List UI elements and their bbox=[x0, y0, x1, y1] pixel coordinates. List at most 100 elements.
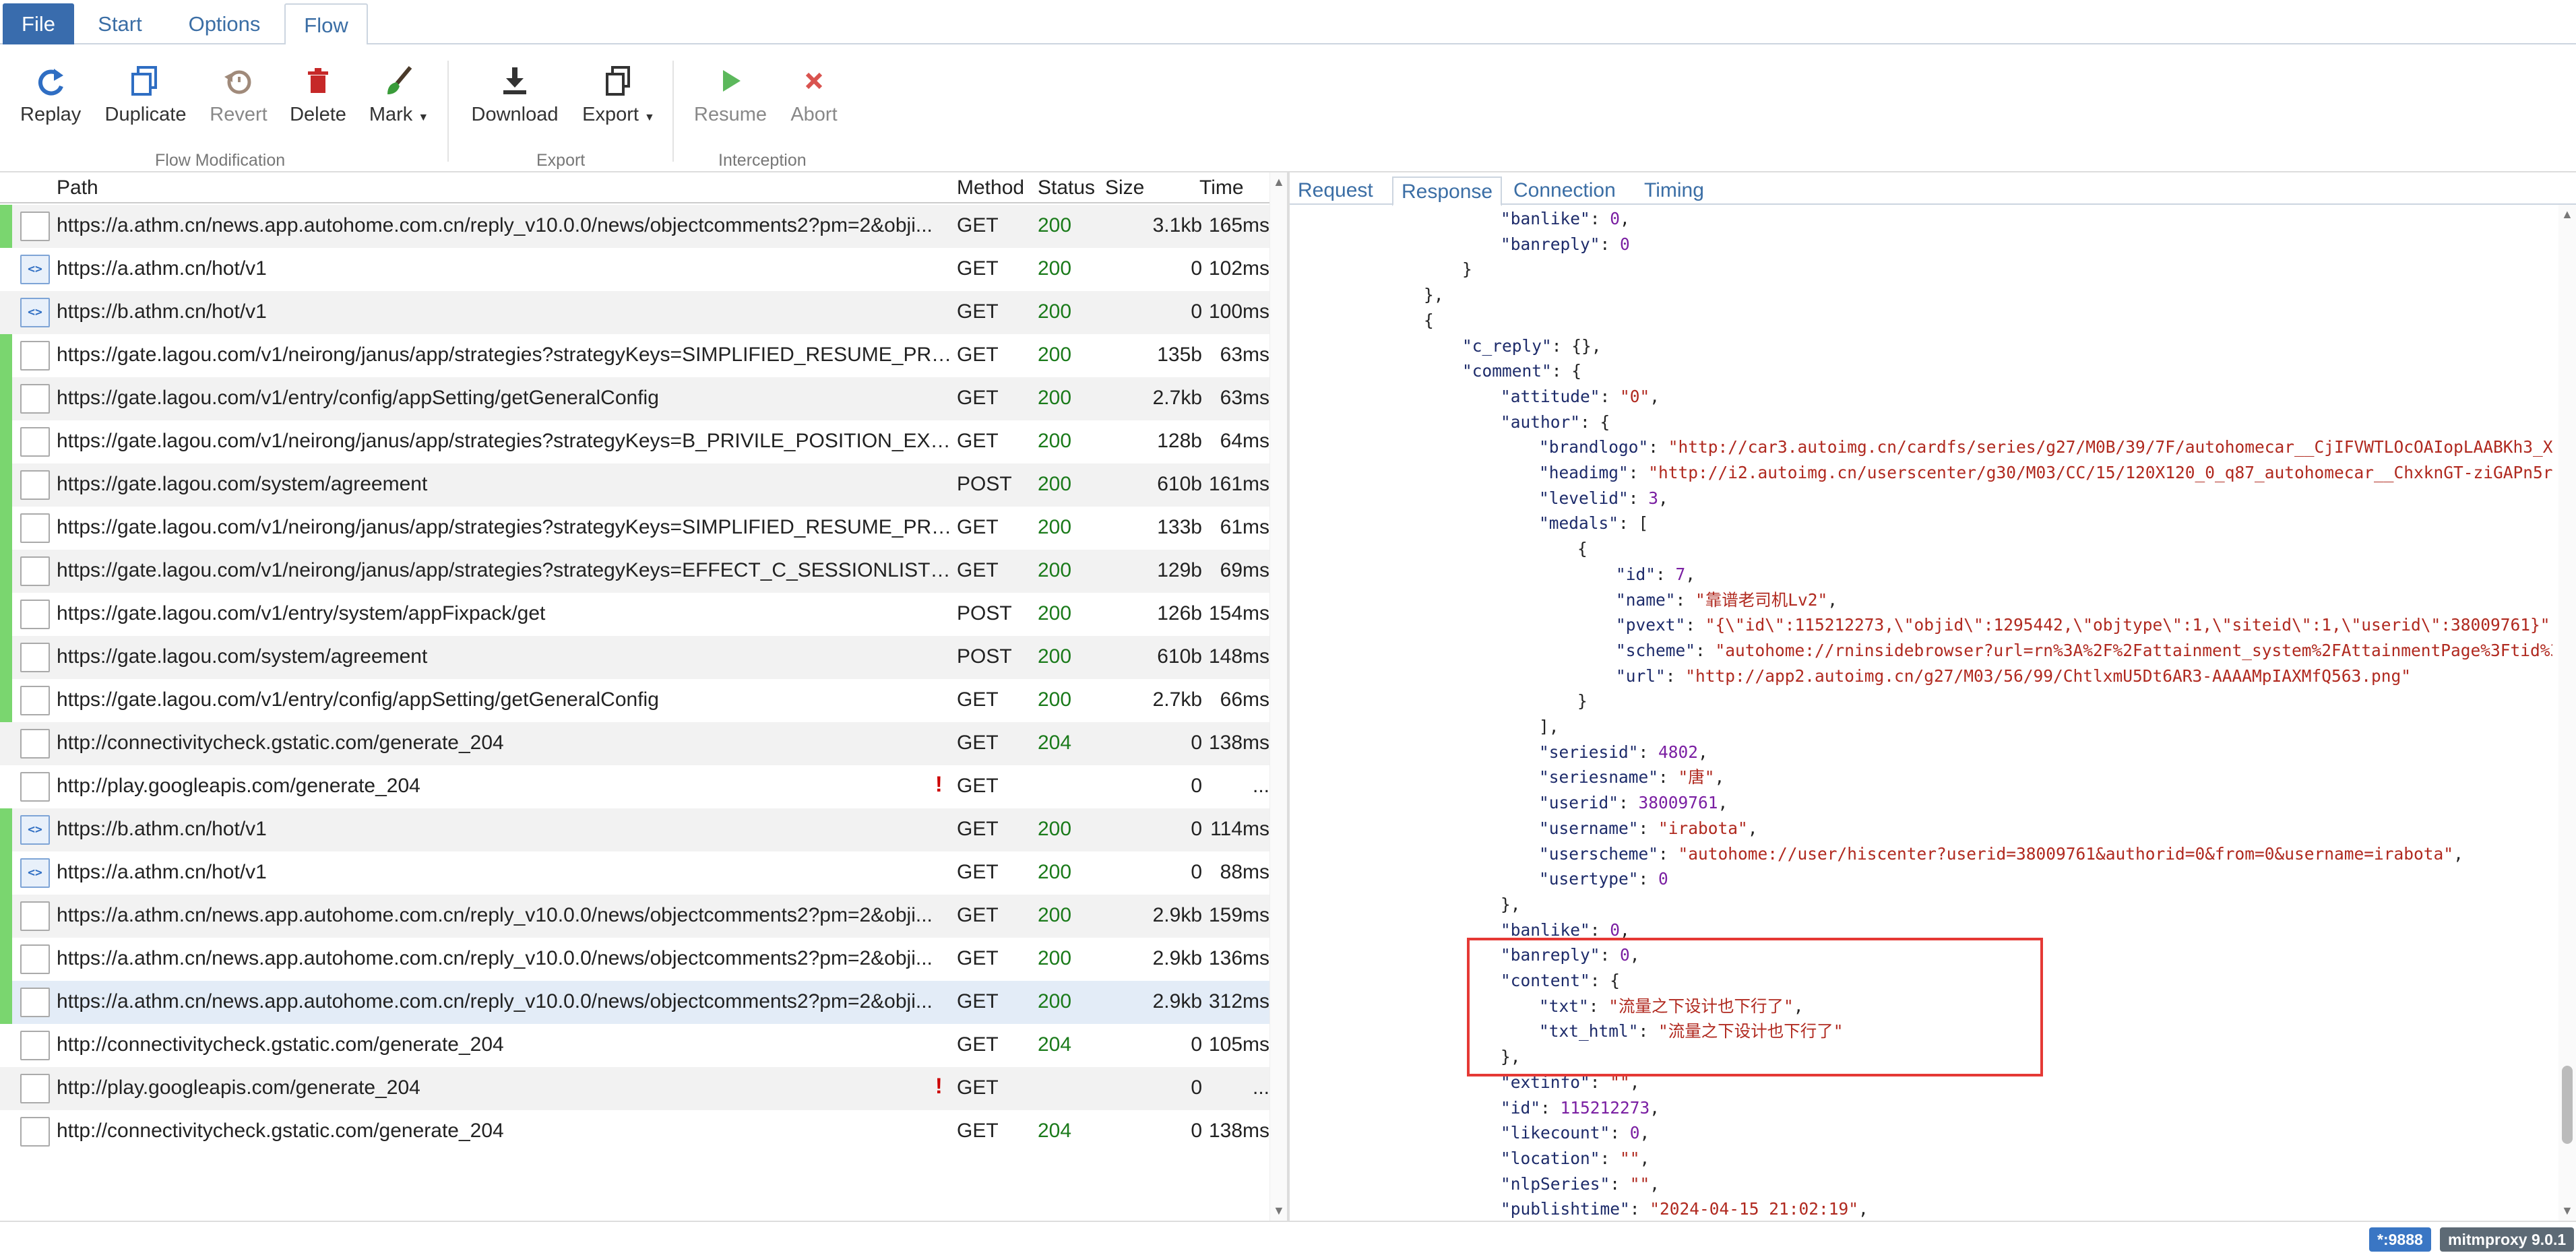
menu-start[interactable]: Start bbox=[86, 3, 154, 44]
flow-mark-indicator bbox=[0, 1067, 12, 1110]
json-punct: , bbox=[1718, 793, 1728, 813]
flow-path: https://a.athm.cn/news.app.autohome.com.… bbox=[57, 990, 933, 1012]
json-number: 3 bbox=[1648, 488, 1659, 508]
json-punct: , bbox=[1620, 920, 1630, 940]
tab-request[interactable]: Request bbox=[1290, 176, 1381, 205]
json-line: "comment": { bbox=[1462, 358, 1581, 383]
table-row[interactable]: https://gate.lagou.com/v1/entry/system/a… bbox=[0, 593, 1269, 636]
table-row[interactable]: https://gate.lagou.com/system/agreement P… bbox=[0, 636, 1269, 679]
table-row[interactable]: https://a.athm.cn/news.app.autohome.com.… bbox=[0, 938, 1269, 981]
flow-size: 0 bbox=[1191, 1120, 1202, 1142]
scroll-down-icon[interactable]: ▼ bbox=[2561, 1204, 2573, 1218]
table-row[interactable]: https://gate.lagou.com/v1/neirong/janus/… bbox=[0, 420, 1269, 463]
scroll-up-icon[interactable]: ▲ bbox=[1273, 175, 1285, 189]
json-punct: , bbox=[1650, 1173, 1660, 1194]
flow-list: Path Method Status Size Time https://a.a… bbox=[0, 172, 1287, 1221]
flow-path: https://gate.lagou.com/v1/entry/config/a… bbox=[57, 387, 659, 409]
table-row[interactable]: https://gate.lagou.com/system/agreement P… bbox=[0, 463, 1269, 507]
json-number: 7 bbox=[1675, 564, 1686, 584]
table-row[interactable]: http://play.googleapis.com/generate_204!… bbox=[0, 765, 1269, 808]
json-key: "usertype" bbox=[1539, 869, 1639, 889]
menu-options[interactable]: Options bbox=[174, 3, 275, 44]
json-number: 38009761 bbox=[1638, 793, 1718, 813]
mark-label: Mark ▼ bbox=[365, 104, 433, 126]
json-line: "pvext": "{\"id\":115212273,\"objid\":12… bbox=[1616, 612, 2552, 637]
column-header-status[interactable]: Status bbox=[1038, 176, 1095, 199]
json-line: "author": { bbox=[1501, 410, 1610, 435]
table-row[interactable]: <> https://b.athm.cn/hot/v1 GET 200 0 100ms bbox=[0, 291, 1269, 334]
tab-connection[interactable]: Connection bbox=[1505, 176, 1624, 205]
close-icon bbox=[805, 72, 823, 90]
json-key: "seriesname" bbox=[1539, 767, 1659, 787]
abort-button[interactable]: Abort bbox=[782, 63, 846, 126]
export-label-text: Export bbox=[582, 104, 639, 125]
table-row[interactable]: <> https://a.athm.cn/hot/v1 GET 200 0 102ms bbox=[0, 248, 1269, 291]
scroll-up-icon[interactable]: ▲ bbox=[2561, 207, 2573, 222]
json-key: "banlike" bbox=[1501, 209, 1590, 228]
json-string: "autohome://user/hiscenter?userid=380097… bbox=[1678, 843, 2454, 864]
table-row[interactable]: http://connectivitycheck.gstatic.com/gen… bbox=[0, 1110, 1269, 1153]
table-row[interactable]: https://a.athm.cn/news.app.autohome.com.… bbox=[0, 895, 1269, 938]
json-punct: , bbox=[1658, 488, 1668, 508]
column-header-size[interactable]: Size bbox=[1105, 176, 1144, 199]
flow-size: 610b bbox=[1157, 473, 1202, 495]
menu-flow[interactable]: Flow bbox=[284, 3, 368, 46]
table-row[interactable]: http://play.googleapis.com/generate_204!… bbox=[0, 1067, 1269, 1110]
table-row[interactable]: https://gate.lagou.com/v1/neirong/janus/… bbox=[0, 507, 1269, 550]
download-button[interactable]: Download bbox=[466, 63, 563, 126]
flow-time: 100ms bbox=[1208, 300, 1269, 323]
flow-status: 200 bbox=[1038, 861, 1072, 883]
flow-status: 200 bbox=[1038, 818, 1072, 840]
json-punct: : { bbox=[1551, 361, 1582, 381]
flow-path: https://b.athm.cn/hot/v1 bbox=[57, 300, 267, 323]
json-string: "靠谱老司机Lv2" bbox=[1695, 589, 1828, 610]
flow-method: GET bbox=[957, 861, 999, 883]
json-line: { bbox=[1424, 308, 1434, 333]
delete-label: Delete bbox=[290, 104, 346, 125]
flow-mark-indicator bbox=[0, 636, 12, 679]
scrollbar-thumb[interactable] bbox=[2562, 1066, 2573, 1144]
flow-method: GET bbox=[957, 1076, 999, 1099]
flow-path: https://a.athm.cn/hot/v1 bbox=[57, 861, 267, 883]
flow-time: 69ms bbox=[1220, 559, 1269, 581]
delete-button[interactable]: Delete bbox=[286, 63, 350, 126]
code-file-icon: <> bbox=[20, 858, 50, 888]
tab-timing[interactable]: Timing bbox=[1636, 176, 1712, 205]
flow-method: POST bbox=[957, 645, 1012, 668]
menu-file[interactable]: File bbox=[3, 3, 74, 44]
column-header-method[interactable]: Method bbox=[957, 176, 1024, 199]
status-bar: *:9888 mitmproxy 9.0.1 bbox=[0, 1221, 2576, 1255]
column-header-time[interactable]: Time bbox=[1199, 176, 1244, 199]
resume-button[interactable]: Resume bbox=[691, 63, 769, 126]
tab-response[interactable]: Response bbox=[1392, 176, 1503, 206]
scroll-down-icon[interactable]: ▼ bbox=[1273, 1204, 1285, 1218]
table-row[interactable]: https://gate.lagou.com/v1/neirong/janus/… bbox=[0, 550, 1269, 593]
flow-path: https://gate.lagou.com/v1/neirong/janus/… bbox=[57, 430, 953, 452]
table-row[interactable]: https://gate.lagou.com/v1/entry/config/a… bbox=[0, 377, 1269, 420]
file-icon bbox=[20, 729, 50, 759]
table-row[interactable]: https://a.athm.cn/news.app.autohome.com.… bbox=[0, 981, 1269, 1024]
column-header-path[interactable]: Path bbox=[57, 176, 98, 199]
flow-size: 0 bbox=[1191, 861, 1202, 883]
mark-button[interactable]: Mark ▼ bbox=[365, 63, 433, 126]
export-label: Export ▼ bbox=[579, 104, 658, 126]
revert-button[interactable]: Revert bbox=[206, 63, 271, 126]
table-row[interactable]: https://gate.lagou.com/v1/entry/config/a… bbox=[0, 679, 1269, 722]
response-scrollbar[interactable]: ▲ ▼ bbox=[2558, 205, 2576, 1221]
table-row[interactable]: <> https://a.athm.cn/hot/v1 GET 200 0 88ms bbox=[0, 851, 1269, 895]
json-key: "pvext" bbox=[1616, 615, 1686, 635]
flow-size: 0 bbox=[1191, 300, 1202, 323]
table-row[interactable]: http://connectivitycheck.gstatic.com/gen… bbox=[0, 1024, 1269, 1067]
table-row[interactable]: https://gate.lagou.com/v1/neirong/janus/… bbox=[0, 334, 1269, 377]
flow-time: 63ms bbox=[1220, 344, 1269, 366]
export-button[interactable]: Export ▼ bbox=[579, 63, 658, 126]
flow-time: 161ms bbox=[1208, 473, 1269, 495]
file-icon bbox=[20, 944, 50, 974]
replay-button[interactable]: Replay bbox=[20, 63, 81, 126]
duplicate-button[interactable]: Duplicate bbox=[101, 63, 190, 126]
json-punct: , bbox=[1639, 1148, 1650, 1168]
table-row[interactable]: https://a.athm.cn/news.app.autohome.com.… bbox=[0, 205, 1269, 248]
flow-list-scrollbar[interactable]: ▲ ▼ bbox=[1269, 172, 1287, 1221]
table-row[interactable]: <> https://b.athm.cn/hot/v1 GET 200 0 114ms bbox=[0, 808, 1269, 851]
table-row[interactable]: http://connectivitycheck.gstatic.com/gen… bbox=[0, 722, 1269, 765]
